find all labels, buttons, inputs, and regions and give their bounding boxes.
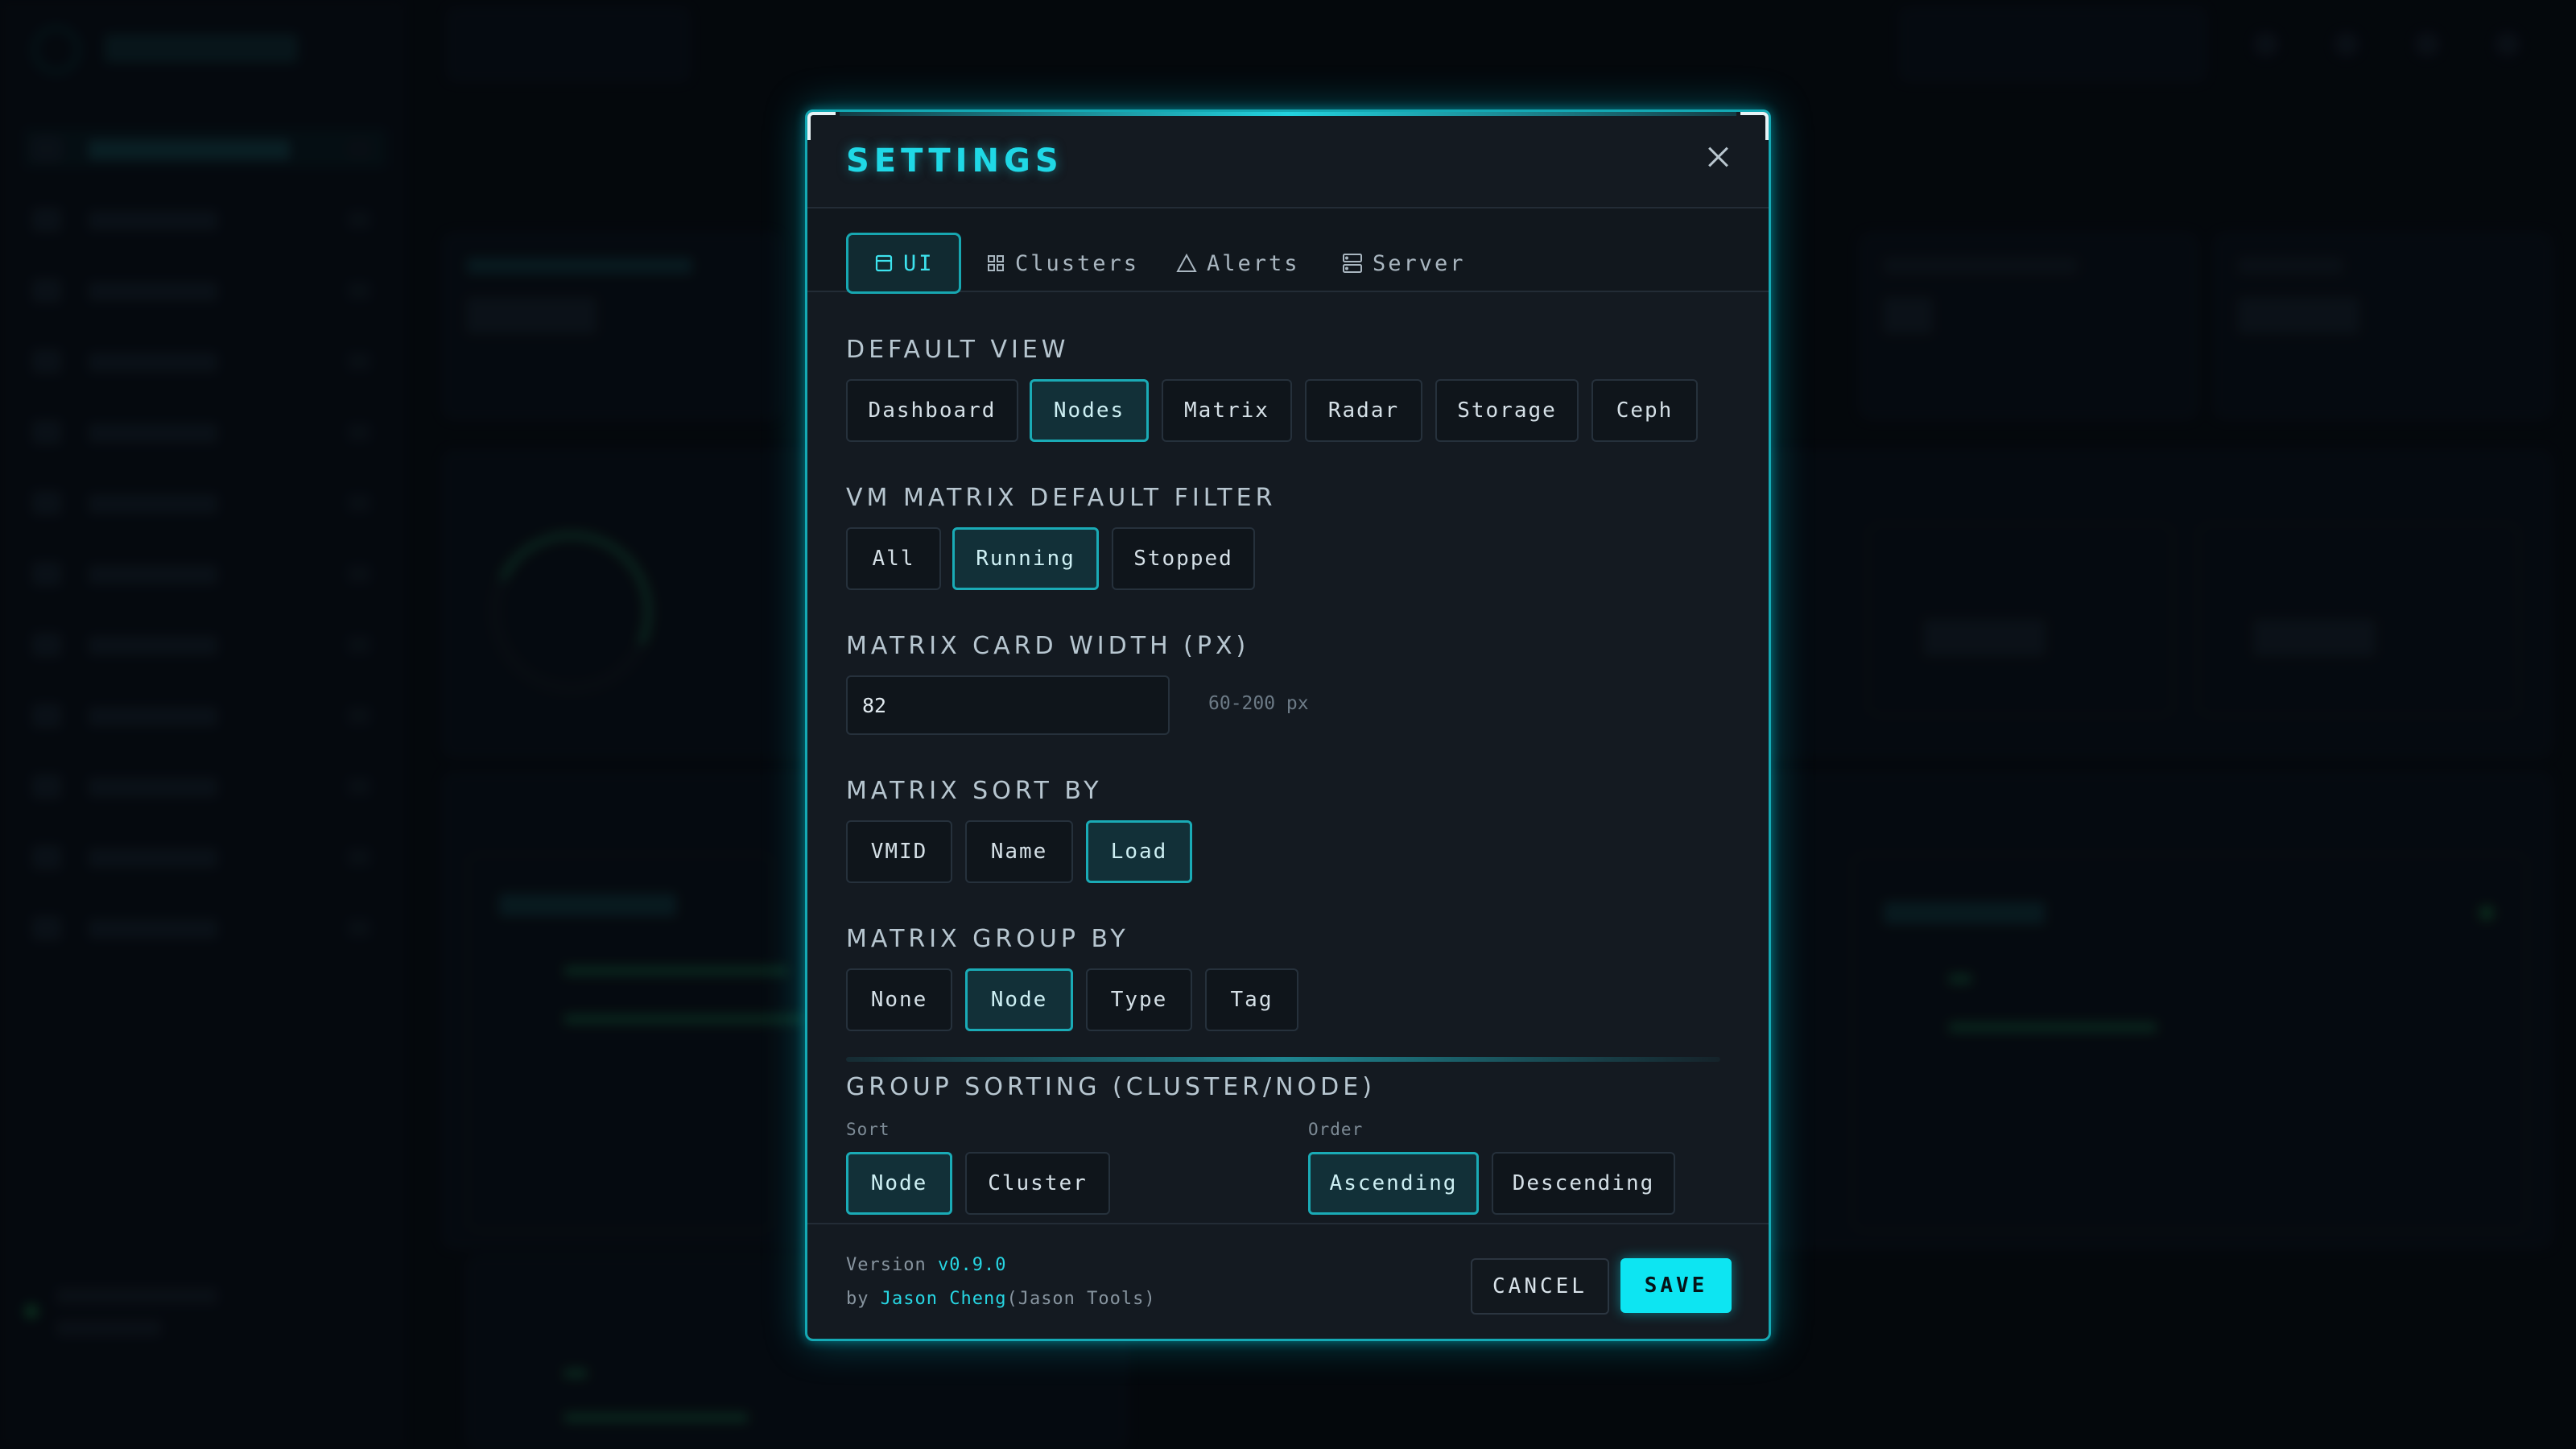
tab-server[interactable]: Server	[1342, 233, 1466, 294]
option-default-view-dashboard[interactable]: Dashboard	[846, 379, 1018, 442]
version-text: Version v0.9.0	[846, 1255, 1006, 1275]
tab-clusters[interactable]: Clusters	[986, 233, 1139, 294]
settings-modal: SETTINGS UI Clusters Alerts Server DEFAU…	[805, 109, 1771, 1341]
option-sort-vmid[interactable]: VMID	[846, 820, 952, 883]
modal-header: SETTINGS	[807, 112, 1769, 208]
section-divider	[846, 1057, 1720, 1062]
section-label-default-view: DEFAULT VIEW	[846, 336, 1070, 364]
cancel-button[interactable]: CANCEL	[1471, 1258, 1609, 1315]
layout-icon	[874, 254, 894, 273]
option-order-ascending[interactable]: Ascending	[1308, 1152, 1479, 1215]
version-number: v0.9.0	[937, 1255, 1007, 1275]
sort-sublabel: Sort	[846, 1120, 890, 1139]
author-text: by Jason Cheng(Jason Tools)	[846, 1289, 1156, 1309]
option-default-view-storage[interactable]: Storage	[1435, 379, 1579, 442]
option-filter-all[interactable]: All	[846, 527, 941, 590]
option-filter-stopped[interactable]: Stopped	[1112, 527, 1255, 590]
option-filter-running[interactable]: Running	[952, 527, 1099, 590]
order-sublabel: Order	[1308, 1120, 1364, 1139]
option-group-sort-cluster[interactable]: Cluster	[965, 1152, 1110, 1215]
option-default-view-matrix[interactable]: Matrix	[1162, 379, 1292, 442]
option-group-node[interactable]: Node	[965, 968, 1073, 1031]
matrix-card-width-input[interactable]	[846, 675, 1170, 735]
close-icon[interactable]	[1701, 139, 1736, 175]
version-prefix: Version	[846, 1255, 938, 1275]
tab-label: Alerts	[1207, 250, 1300, 276]
tab-alerts[interactable]: Alerts	[1176, 233, 1300, 294]
tab-label: Server	[1373, 250, 1466, 276]
option-group-tag[interactable]: Tag	[1205, 968, 1298, 1031]
section-label-vm-matrix-filter: VM MATRIX DEFAULT FILTER	[846, 484, 1277, 512]
section-label-matrix-sort-by: MATRIX SORT BY	[846, 777, 1103, 805]
option-group-type[interactable]: Type	[1086, 968, 1192, 1031]
option-default-view-nodes[interactable]: Nodes	[1030, 379, 1149, 442]
section-label-group-sorting: GROUP SORTING (CLUSTER/NODE)	[846, 1073, 1376, 1101]
option-group-sort-node[interactable]: Node	[846, 1152, 952, 1215]
option-order-descending[interactable]: Descending	[1492, 1152, 1675, 1215]
modal-title: SETTINGS	[846, 142, 1063, 180]
option-default-view-radar[interactable]: Radar	[1305, 379, 1422, 442]
grid-icon	[986, 254, 1005, 273]
tab-label: UI	[903, 250, 935, 276]
section-label-matrix-group-by: MATRIX GROUP BY	[846, 925, 1129, 953]
option-default-view-ceph[interactable]: Ceph	[1591, 379, 1698, 442]
section-label-matrix-card-width: MATRIX CARD WIDTH (PX)	[846, 632, 1250, 660]
author-link[interactable]: Jason Cheng	[881, 1289, 1007, 1309]
option-sort-load[interactable]: Load	[1086, 820, 1192, 883]
save-button[interactable]: SAVE	[1620, 1258, 1732, 1313]
option-group-none[interactable]: None	[846, 968, 952, 1031]
matrix-card-width-hint: 60-200 px	[1208, 693, 1309, 714]
author-org: (Jason Tools)	[1006, 1289, 1156, 1309]
server-icon	[1342, 253, 1363, 274]
tab-label: Clusters	[1015, 250, 1140, 276]
tab-ui[interactable]: UI	[846, 233, 961, 294]
author-prefix: by	[846, 1289, 881, 1309]
option-sort-name[interactable]: Name	[965, 820, 1073, 883]
warning-triangle-icon	[1176, 254, 1197, 273]
